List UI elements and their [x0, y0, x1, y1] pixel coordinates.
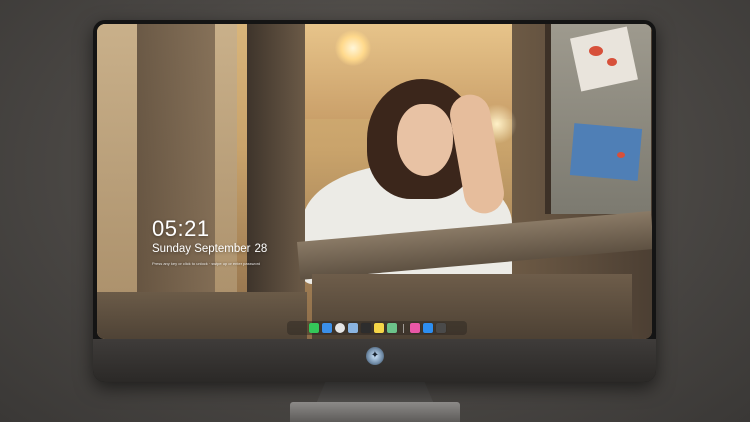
- wallpaper-person-face: [397, 104, 453, 176]
- lock-date: Sunday September 28: [152, 243, 267, 255]
- dock: [287, 321, 467, 335]
- maps-icon[interactable]: [386, 323, 397, 333]
- dock-separator: [402, 323, 404, 333]
- wallpaper-card-mark: [617, 152, 625, 158]
- monitor-chin: ✦: [93, 339, 656, 382]
- monitor-stand-neck: [316, 382, 434, 404]
- preview-icon[interactable]: [347, 323, 358, 333]
- clapper-icon[interactable]: [360, 323, 371, 333]
- lock-date-weekday-month: Sunday September: [152, 243, 251, 255]
- monitor: 05:21 Sunday September 28 Press any key o…: [93, 20, 656, 382]
- monitor-stand-base: [290, 402, 460, 422]
- unlock-hint: Press any key or click to unlock · swipe…: [152, 261, 261, 266]
- app-store-icon[interactable]: [422, 323, 433, 333]
- notes-icon[interactable]: [373, 323, 384, 333]
- wallpaper-lower-left: [97, 292, 307, 339]
- lock-clock: 05:21: [152, 216, 210, 241]
- camera-icon[interactable]: [435, 323, 446, 333]
- brand-logo-icon: ✦: [366, 347, 384, 365]
- lock-date-day: 28: [254, 243, 268, 255]
- safari-icon[interactable]: [334, 323, 345, 333]
- wallpaper-poster-mark: [589, 46, 603, 56]
- wallpaper-lamp: [335, 30, 371, 66]
- lock-screen[interactable]: 05:21 Sunday September 28 Press any key o…: [97, 24, 652, 339]
- wallpaper-blue-card: [569, 123, 643, 181]
- wallpaper-poster-mark: [607, 58, 617, 66]
- music-icon[interactable]: [409, 323, 420, 333]
- finder-icon[interactable]: [321, 323, 332, 333]
- messages-icon[interactable]: [308, 323, 319, 333]
